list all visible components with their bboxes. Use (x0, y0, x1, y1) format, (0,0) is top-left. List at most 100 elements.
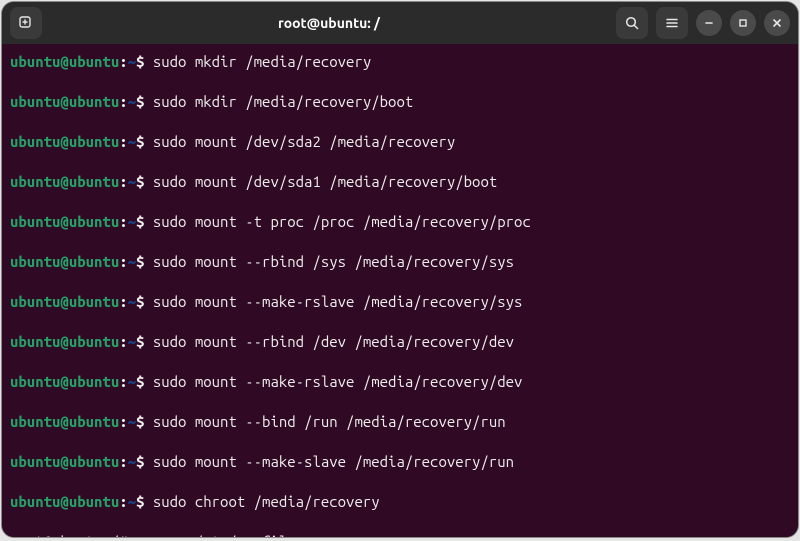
prompt-colon: : (119, 453, 127, 470)
terminal-line: ubuntu@ubuntu:~$ sudo mount --bind /run … (10, 412, 790, 432)
maximize-icon (737, 17, 749, 29)
command-text: sudo mount --make-rslave /media/recovery… (153, 373, 523, 390)
prompt-colon: : (119, 93, 127, 110)
prompt-user: ubuntu (10, 333, 60, 350)
prompt-host: ubuntu (69, 493, 119, 510)
maximize-button[interactable] (730, 10, 756, 36)
window-title: root@ubuntu: / (50, 15, 608, 31)
prompt-at: @ (60, 493, 68, 510)
terminal-line: ubuntu@ubuntu:~$ sudo chroot /media/reco… (10, 492, 790, 512)
prompt-host: ubuntu (69, 93, 119, 110)
prompt-colon: : (119, 413, 127, 430)
search-icon (624, 15, 640, 31)
prompt-at: @ (60, 253, 68, 270)
new-tab-button[interactable] (10, 7, 42, 39)
terminal-line: root@ubuntu:/# source /etc/profile (10, 532, 790, 537)
prompt-colon: : (119, 213, 127, 230)
prompt-colon: : (119, 493, 127, 510)
prompt-user: ubuntu (10, 373, 60, 390)
prompt-user: ubuntu (10, 453, 60, 470)
prompt-path: ~ (128, 133, 136, 150)
terminal-window: root@ubuntu: / (2, 2, 798, 537)
prompt-colon: : (119, 133, 127, 150)
prompt-host: ubuntu (69, 53, 119, 70)
prompt-user: ubuntu (10, 53, 60, 70)
prompt-host: ubuntu (69, 133, 119, 150)
command-text: sudo mount /dev/sda1 /media/recovery/boo… (153, 173, 497, 190)
prompt-user: ubuntu (10, 253, 60, 270)
prompt-colon: : (119, 293, 127, 310)
command-text: sudo mount --make-rslave /media/recovery… (153, 293, 523, 310)
terminal-body[interactable]: ubuntu@ubuntu:~$ sudo mkdir /media/recov… (2, 44, 798, 537)
terminal-line: ubuntu@ubuntu:~$ sudo mount --make-rslav… (10, 372, 790, 392)
command-text: source /etc/profile (136, 533, 296, 537)
prompt-user: ubuntu (10, 133, 60, 150)
root-prompt-prefix: root@ubuntu: (10, 533, 111, 537)
new-tab-icon (18, 15, 34, 31)
command-text: sudo mount --rbind /dev /media/recovery/… (153, 333, 514, 350)
terminal-line: ubuntu@ubuntu:~$ sudo mount --make-slave… (10, 452, 790, 472)
minimize-button[interactable] (696, 10, 722, 36)
menu-button[interactable] (656, 7, 688, 39)
prompt-at: @ (60, 93, 68, 110)
prompt-path: ~ (128, 373, 136, 390)
minimize-icon (703, 17, 715, 29)
prompt-colon: : (119, 333, 127, 350)
prompt-path: ~ (128, 493, 136, 510)
prompt-path: ~ (128, 213, 136, 230)
prompt-at: @ (60, 373, 68, 390)
prompt-user: ubuntu (10, 413, 60, 430)
prompt-colon: : (119, 53, 127, 70)
prompt-host: ubuntu (69, 213, 119, 230)
prompt-user: ubuntu (10, 173, 60, 190)
command-text: sudo mount --rbind /sys /media/recovery/… (153, 253, 514, 270)
prompt-path: ~ (128, 93, 136, 110)
terminal-line: ubuntu@ubuntu:~$ sudo mount --rbind /sys… (10, 252, 790, 272)
root-prompt-path: / (111, 533, 119, 537)
command-text: sudo mount --make-slave /media/recovery/… (153, 453, 514, 470)
prompt-at: @ (60, 173, 68, 190)
prompt-user: ubuntu (10, 493, 60, 510)
prompt-at: @ (60, 333, 68, 350)
command-text: sudo mount /dev/sda2 /media/recovery (153, 133, 455, 150)
prompt-user: ubuntu (10, 293, 60, 310)
prompt-host: ubuntu (69, 173, 119, 190)
prompt-host: ubuntu (69, 373, 119, 390)
terminal-line: ubuntu@ubuntu:~$ sudo mount -t proc /pro… (10, 212, 790, 232)
prompt-host: ubuntu (69, 453, 119, 470)
command-text: sudo chroot /media/recovery (153, 493, 380, 510)
prompt-host: ubuntu (69, 293, 119, 310)
terminal-line: ubuntu@ubuntu:~$ sudo mount /dev/sda2 /m… (10, 132, 790, 152)
prompt-path: ~ (128, 333, 136, 350)
prompt-at: @ (60, 293, 68, 310)
terminal-line: ubuntu@ubuntu:~$ sudo mkdir /media/recov… (10, 52, 790, 72)
prompt-path: ~ (128, 53, 136, 70)
prompt-at: @ (60, 453, 68, 470)
prompt-path: ~ (128, 293, 136, 310)
prompt-path: ~ (128, 413, 136, 430)
prompt-host: ubuntu (69, 333, 119, 350)
titlebar: root@ubuntu: / (2, 2, 798, 44)
prompt-path: ~ (128, 453, 136, 470)
prompt-at: @ (60, 53, 68, 70)
prompt-at: @ (60, 133, 68, 150)
command-text: sudo mount -t proc /proc /media/recovery… (153, 213, 531, 230)
prompt-host: ubuntu (69, 413, 119, 430)
terminal-line: ubuntu@ubuntu:~$ sudo mkdir /media/recov… (10, 92, 790, 112)
prompt-user: ubuntu (10, 93, 60, 110)
prompt-colon: : (119, 173, 127, 190)
prompt-colon: : (119, 373, 127, 390)
prompt-user: ubuntu (10, 213, 60, 230)
close-button[interactable] (764, 10, 790, 36)
prompt-host: ubuntu (69, 253, 119, 270)
command-text: sudo mkdir /media/recovery (153, 53, 371, 70)
prompt-at: @ (60, 413, 68, 430)
prompt-colon: : (119, 253, 127, 270)
prompt-at: @ (60, 213, 68, 230)
terminal-line: ubuntu@ubuntu:~$ sudo mount --make-rslav… (10, 292, 790, 312)
command-text: sudo mount --bind /run /media/recovery/r… (153, 413, 506, 430)
hamburger-icon (664, 15, 680, 31)
prompt-path: ~ (128, 253, 136, 270)
terminal-line: ubuntu@ubuntu:~$ sudo mount --rbind /dev… (10, 332, 790, 352)
search-button[interactable] (616, 7, 648, 39)
